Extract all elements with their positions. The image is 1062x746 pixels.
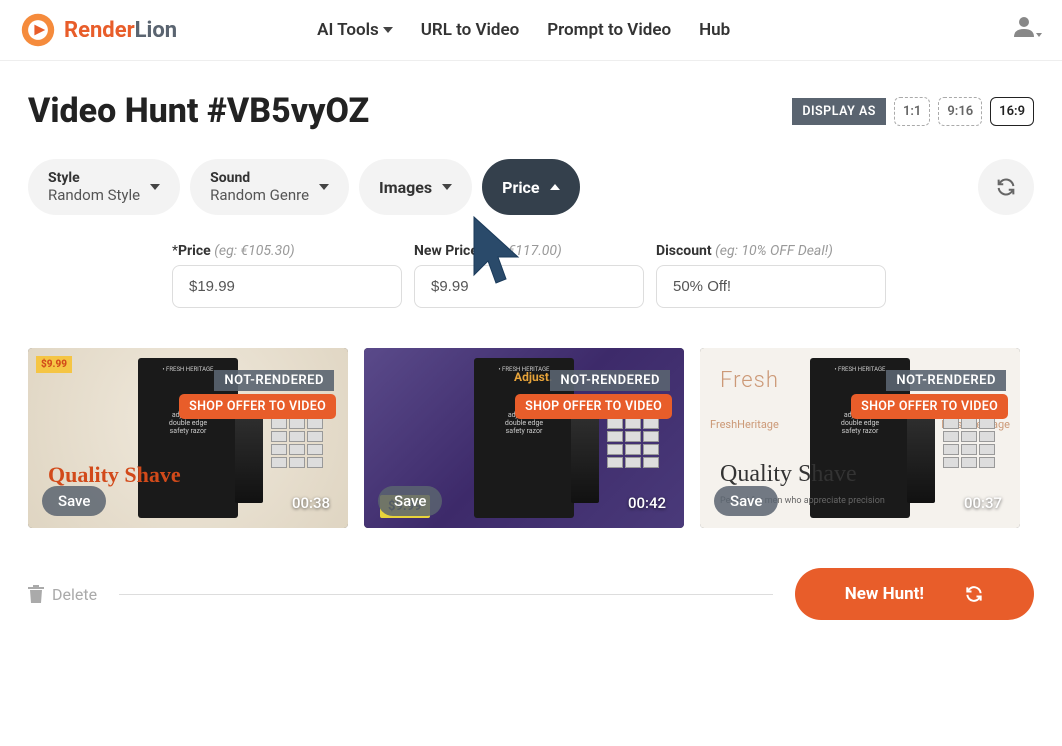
filter-sound[interactable]: Sound Random Genre: [190, 159, 349, 215]
hero-text: Fresh: [720, 368, 779, 393]
card-title: Quality Shave: [48, 462, 181, 488]
price-inputs-row: *Price (eg: €105.30) New Price (eg: €117…: [28, 243, 1034, 308]
filter-price[interactable]: Price: [482, 159, 579, 215]
logo[interactable]: RenderLion: [20, 12, 177, 48]
price-input[interactable]: [172, 265, 402, 308]
refresh-icon: [964, 584, 984, 604]
logo-icon: [20, 12, 56, 48]
nav-ai-tools[interactable]: AI Tools: [317, 20, 393, 40]
blades-image: [607, 418, 659, 468]
logo-text: RenderLion: [64, 18, 177, 43]
hero-side-text: FreshHeritage: [710, 418, 779, 431]
not-rendered-badge: NOT-RENDERED: [550, 370, 670, 391]
nav-ai-tools-label: AI Tools: [317, 20, 379, 40]
divider: [119, 594, 773, 595]
refresh-button[interactable]: [978, 159, 1034, 215]
video-duration: 00:38: [292, 494, 330, 512]
blades-image: [271, 418, 323, 468]
new-price-input[interactable]: [414, 265, 644, 308]
video-duration: 00:37: [964, 494, 1002, 512]
main-nav: AI Tools URL to Video Prompt to Video Hu…: [317, 20, 730, 40]
new-hunt-label: New Hunt!: [845, 584, 924, 604]
filter-style-value: Random Style: [48, 186, 140, 204]
video-card-1[interactable]: • FRESH HERITAGEadjustabledouble edgesaf…: [28, 348, 348, 528]
user-menu[interactable]: [1012, 15, 1042, 45]
app-header: RenderLion AI Tools URL to Video Prompt …: [0, 0, 1062, 61]
chevron-down-icon: [383, 27, 393, 33]
nav-url-to-video[interactable]: URL to Video: [421, 20, 520, 40]
delete-button[interactable]: Delete: [28, 585, 97, 604]
new-price-group: New Price (eg: €117.00): [414, 243, 644, 308]
shop-offer-badge[interactable]: SHOP OFFER TO VIDEO: [851, 394, 1008, 419]
display-as-label: DISPLAY AS: [792, 98, 886, 125]
save-button[interactable]: Save: [714, 486, 778, 516]
discount-input[interactable]: [656, 265, 886, 308]
filter-style-label: Style: [48, 170, 140, 186]
shop-offer-badge[interactable]: SHOP OFFER TO VIDEO: [179, 394, 336, 419]
footer-row: Delete New Hunt!: [28, 568, 1034, 620]
discount-label: Discount (eg: 10% OFF Deal!): [656, 243, 886, 259]
shop-offer-badge[interactable]: SHOP OFFER TO VIDEO: [515, 394, 672, 419]
delete-label: Delete: [52, 585, 97, 604]
main-content: Video Hunt #VB5vyOZ DISPLAY AS 1:1 9:16 …: [0, 61, 1062, 650]
chevron-down-icon: [150, 184, 160, 190]
save-button[interactable]: Save: [378, 486, 442, 516]
chevron-down-icon: [442, 184, 452, 190]
page-title: Video Hunt #VB5vyOZ: [28, 91, 369, 131]
discount-group: Discount (eg: 10% OFF Deal!): [656, 243, 886, 308]
nav-prompt-to-video[interactable]: Prompt to Video: [547, 20, 671, 40]
video-card-2[interactable]: • FRESH HERITAGEadjustabledouble edgesaf…: [364, 348, 684, 528]
new-price-label: New Price (eg: €117.00): [414, 243, 644, 259]
ratio-1-1[interactable]: 1:1: [894, 97, 930, 126]
corner-price-tag: $9.99: [36, 356, 72, 373]
video-duration: 00:42: [628, 494, 666, 512]
price-label: *Price (eg: €105.30): [172, 243, 402, 259]
display-as-group: DISPLAY AS 1:1 9:16 16:9: [792, 97, 1034, 126]
nav-hub[interactable]: Hub: [699, 20, 730, 40]
filter-sound-label: Sound: [210, 170, 309, 186]
ratio-16-9[interactable]: 16:9: [990, 97, 1034, 126]
filters-row: Style Random Style Sound Random Genre Im…: [28, 159, 1034, 215]
filter-images[interactable]: Images: [359, 159, 472, 215]
logo-text-render: Render: [64, 18, 135, 43]
title-row: Video Hunt #VB5vyOZ DISPLAY AS 1:1 9:16 …: [28, 91, 1034, 131]
filter-price-label: Price: [502, 178, 539, 197]
filter-sound-value: Random Genre: [210, 186, 309, 204]
filter-images-label: Images: [379, 178, 432, 197]
adjust-text: Adjust.: [514, 370, 552, 384]
card-title: Quality Shave: [720, 461, 857, 488]
new-hunt-button[interactable]: New Hunt!: [795, 568, 1034, 620]
chevron-down-icon: [319, 184, 329, 190]
blades-image: [943, 418, 995, 468]
not-rendered-badge: NOT-RENDERED: [886, 370, 1006, 391]
save-button[interactable]: Save: [42, 486, 106, 516]
ratio-9-16[interactable]: 9:16: [938, 97, 982, 126]
trash-icon: [28, 585, 44, 603]
logo-text-lion: Lion: [135, 18, 177, 43]
not-rendered-badge: NOT-RENDERED: [214, 370, 334, 391]
video-card-3[interactable]: Fresh FreshHeritage FreshHeritage • FRES…: [700, 348, 1020, 528]
chevron-up-icon: [550, 184, 560, 190]
filter-style[interactable]: Style Random Style: [28, 159, 180, 215]
price-group: *Price (eg: €105.30): [172, 243, 402, 308]
video-cards: • FRESH HERITAGEadjustabledouble edgesaf…: [28, 348, 1034, 528]
